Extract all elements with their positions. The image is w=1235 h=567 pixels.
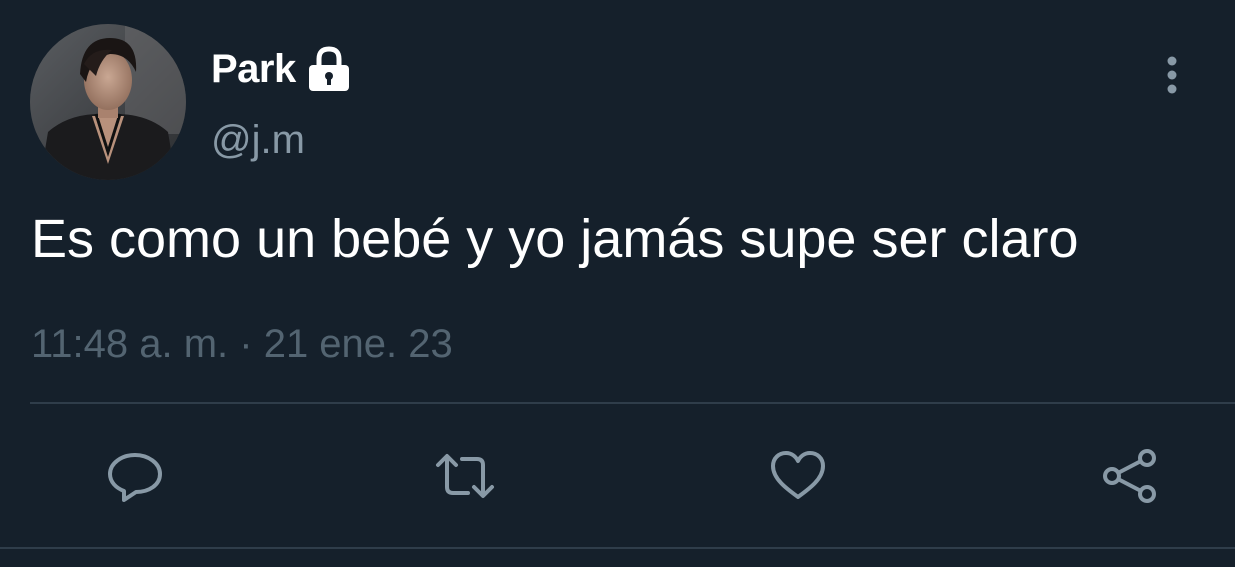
- tweet-card: Park @j.m Es como un bebé y yo jamás sup…: [0, 0, 1235, 567]
- like-button[interactable]: [767, 445, 829, 507]
- timestamp[interactable]: 11:48 a. m. · 21 ene. 23: [31, 320, 453, 368]
- comment-icon: [108, 453, 162, 502]
- tweet-text: Es como un bebé y yo jamás supe ser clar…: [31, 209, 1079, 269]
- lock-icon: [306, 45, 352, 93]
- avatar-photo: [30, 24, 186, 180]
- reply-button[interactable]: [104, 445, 166, 507]
- avatar[interactable]: [30, 24, 186, 180]
- retweet-button[interactable]: [434, 445, 496, 507]
- more-vertical-icon[interactable]: [1152, 52, 1192, 98]
- display-name[interactable]: Park: [211, 49, 296, 89]
- retweet-icon: [436, 454, 494, 498]
- handle[interactable]: @j.m: [211, 120, 305, 160]
- share-button[interactable]: [1099, 445, 1161, 507]
- divider: [30, 402, 1235, 404]
- name-row: Park: [211, 44, 352, 94]
- heart-icon: [771, 451, 825, 499]
- share-icon: [1103, 449, 1156, 503]
- bottom-divider: [0, 547, 1235, 549]
